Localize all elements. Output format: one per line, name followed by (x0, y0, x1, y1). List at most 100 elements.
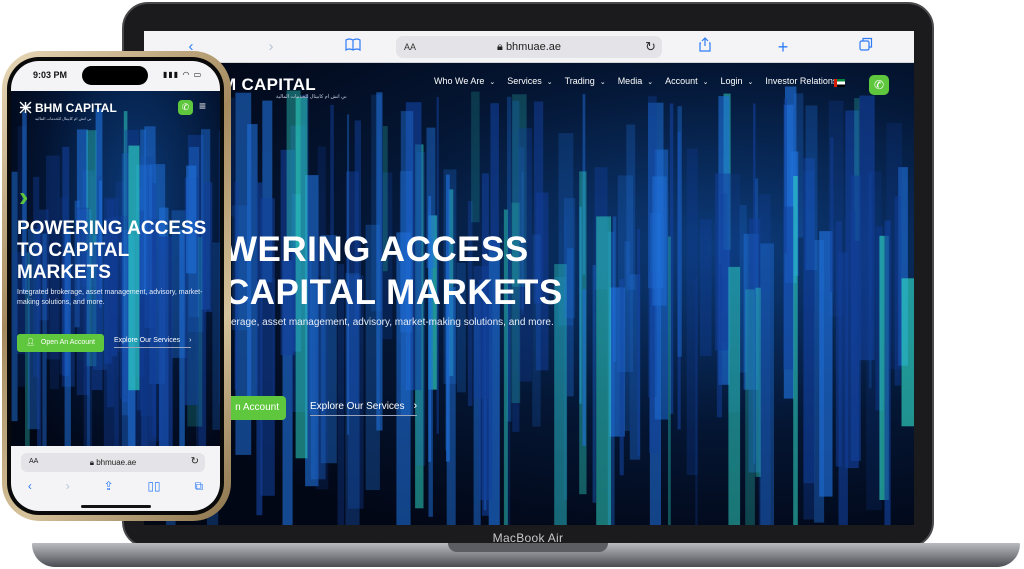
bookmarks-icon[interactable]: ▯▯ (147, 479, 160, 494)
background-bar (884, 220, 891, 525)
background-bar (901, 278, 914, 427)
background-bar (760, 243, 774, 525)
nav-item-services[interactable]: Services ⌄ (507, 76, 552, 86)
background-bar (728, 266, 741, 525)
back-icon[interactable]: ‹ (28, 479, 32, 494)
chevron-down-icon: ⌄ (599, 79, 606, 86)
nav-item-label: Media (617, 76, 643, 86)
nav-item-label: Trading (564, 76, 595, 86)
background-bar (617, 175, 633, 372)
mobile-safari-toolbar: AA 🔒︎ bhmuae.ae ↻ ‹ › ⇪ ▯▯ ⧉ (11, 446, 220, 511)
phone-icon[interactable]: ✆ (869, 75, 889, 95)
hero-section: M CAPITAL بي اتش ام كابيتال للخدمات الما… (144, 63, 914, 525)
nav-item-label: Investor Relations (765, 76, 838, 86)
mobile-open-account-button[interactable]: 👤︎ Open An Account (17, 334, 104, 352)
background-bar (793, 176, 798, 525)
url-display: 🔒︎ bhmuae.ae (396, 41, 662, 54)
hero-title-line: WERING ACCESS (224, 230, 529, 269)
uae-flag-icon[interactable] (834, 79, 845, 87)
background-bar (592, 264, 596, 503)
background-bar (866, 171, 882, 511)
dynamic-island (82, 66, 148, 85)
site-logo[interactable]: M CAPITAL (222, 75, 316, 95)
tabs-icon[interactable] (855, 37, 877, 57)
new-tab-icon[interactable]: + (772, 37, 794, 57)
mobile-url-display: 🔒︎ bhmuae.ae (21, 458, 205, 468)
background-bar (755, 287, 761, 477)
mobile-hero-title-line: POWERING ACCESS (17, 218, 207, 239)
background-bar (745, 289, 755, 525)
mobile-address-bar[interactable]: AA 🔒︎ bhmuae.ae ↻ (21, 453, 205, 472)
reload-icon[interactable]: ↻ (191, 456, 199, 467)
nav-item-media[interactable]: Media ⌄ (618, 76, 653, 86)
mobile-hero-subtitle: Integrated brokerage, asset management, … (17, 289, 203, 306)
nav-item-account[interactable]: Account ⌄ (665, 76, 708, 86)
nav-item-who-we-are[interactable]: Who We Are ⌄ (434, 76, 495, 86)
logo-arabic-text: بي اتش ام كابيتال للخدمات المالية (276, 94, 347, 100)
background-bar (894, 196, 901, 386)
status-icons: ▮▮▮ ◠ ▭ (163, 70, 202, 79)
wifi-icon: ◠ (182, 70, 191, 79)
chevron-down-icon: ⌄ (489, 79, 496, 86)
background-bar (652, 176, 667, 306)
explore-services-link[interactable]: Explore Our Services › (310, 400, 418, 416)
phone-icon[interactable]: ✆ (178, 100, 193, 115)
bookmarks-icon[interactable] (342, 37, 364, 57)
share-icon[interactable] (694, 37, 716, 57)
chevron-down-icon: ⌄ (647, 79, 654, 86)
nav-item-login[interactable]: Login ⌄ (720, 76, 753, 86)
background-bar (564, 198, 576, 319)
mobile-logo-arabic-text: بي اتش ام كابيتال للخدمات المالية (35, 116, 92, 121)
site-header: M CAPITAL بي اتش ام كابيتال للخدمات الما… (144, 63, 914, 103)
safari-toolbar: ‹ › AA 🔒︎ bhmuae.ae ↻ + (144, 31, 914, 63)
reload-icon[interactable]: ↻ (645, 39, 656, 55)
nav-item-label: Services (507, 76, 542, 86)
mobile-explore-services-label: Explore Our Services (114, 337, 181, 344)
background-bar (835, 221, 842, 467)
laptop-screen: ‹ › AA 🔒︎ bhmuae.ae ↻ + M CAPITAL بي اتش… (144, 31, 914, 525)
nav-item-label: Account (665, 76, 698, 86)
chevron-right-icon: › (189, 337, 192, 344)
nav-item-investor-relations[interactable]: Investor Relations (765, 76, 837, 86)
background-bar (637, 228, 641, 457)
chevron-down-icon: ⌄ (702, 79, 709, 86)
hero-title: WERING ACCESS CAPITAL MARKETS (224, 228, 563, 314)
forward-icon[interactable]: › (66, 479, 70, 494)
hamburger-menu-icon[interactable]: ≡ (199, 99, 206, 113)
nav-item-trading[interactable]: Trading ⌄ (565, 76, 606, 86)
status-time: 9:03 PM (33, 70, 68, 80)
chevron-down-icon: ⌄ (747, 79, 754, 86)
background-bar (582, 289, 586, 446)
mobile-explore-services-link[interactable]: Explore Our Services › (114, 337, 192, 348)
background-bar (596, 216, 611, 525)
user-icon: 👤︎ (26, 339, 35, 346)
status-bar: 9:03 PM ▮▮▮ ◠ ▭ (11, 61, 220, 91)
hero-title-line: CAPITAL MARKETS (224, 273, 563, 312)
mobile-hero-title: POWERING ACCESS TO CAPITAL MARKETS (17, 218, 206, 284)
address-bar[interactable]: AA 🔒︎ bhmuae.ae ↻ (396, 36, 662, 58)
mobile-hero-title-line: MARKETS (17, 262, 111, 283)
nav-item-label: Who We Are (434, 76, 485, 86)
mobile-hero-title-line: TO CAPITAL (17, 240, 130, 261)
share-icon[interactable]: ⇪ (104, 479, 114, 494)
mobile-logo-text: BHM CAPITAL (35, 101, 117, 115)
home-indicator (81, 505, 151, 508)
tabs-icon[interactable]: ⧉ (195, 479, 204, 494)
main-nav: Who We Are ⌄ Services ⌄ Trading ⌄ Media ⌄ Accoun… (434, 76, 849, 86)
laptop-model-label: MacBook Air (492, 531, 564, 545)
hero-subtitle: kerage, asset management, advisory, mark… (226, 317, 554, 328)
mobile-site-logo[interactable]: BHM CAPITAL (19, 101, 117, 115)
background-bar (677, 106, 682, 357)
signal-icon: ▮▮▮ (163, 70, 180, 79)
background-bar (686, 148, 698, 475)
chevron-down-icon: ⌄ (546, 79, 553, 86)
mobile-url-text: bhmuae.ae (96, 458, 137, 467)
mobile-browser-tools: ‹ › ⇪ ▯▯ ⧉ (11, 479, 220, 494)
explore-services-label: Explore Our Services (310, 401, 405, 412)
background-bar (805, 105, 818, 270)
forward-icon[interactable]: › (260, 37, 282, 57)
chevron-right-icon: › (413, 400, 418, 412)
url-text: bhmuae.ae (505, 40, 561, 53)
background-bar (716, 264, 722, 418)
mobile-open-account-label: Open An Account (40, 339, 95, 346)
